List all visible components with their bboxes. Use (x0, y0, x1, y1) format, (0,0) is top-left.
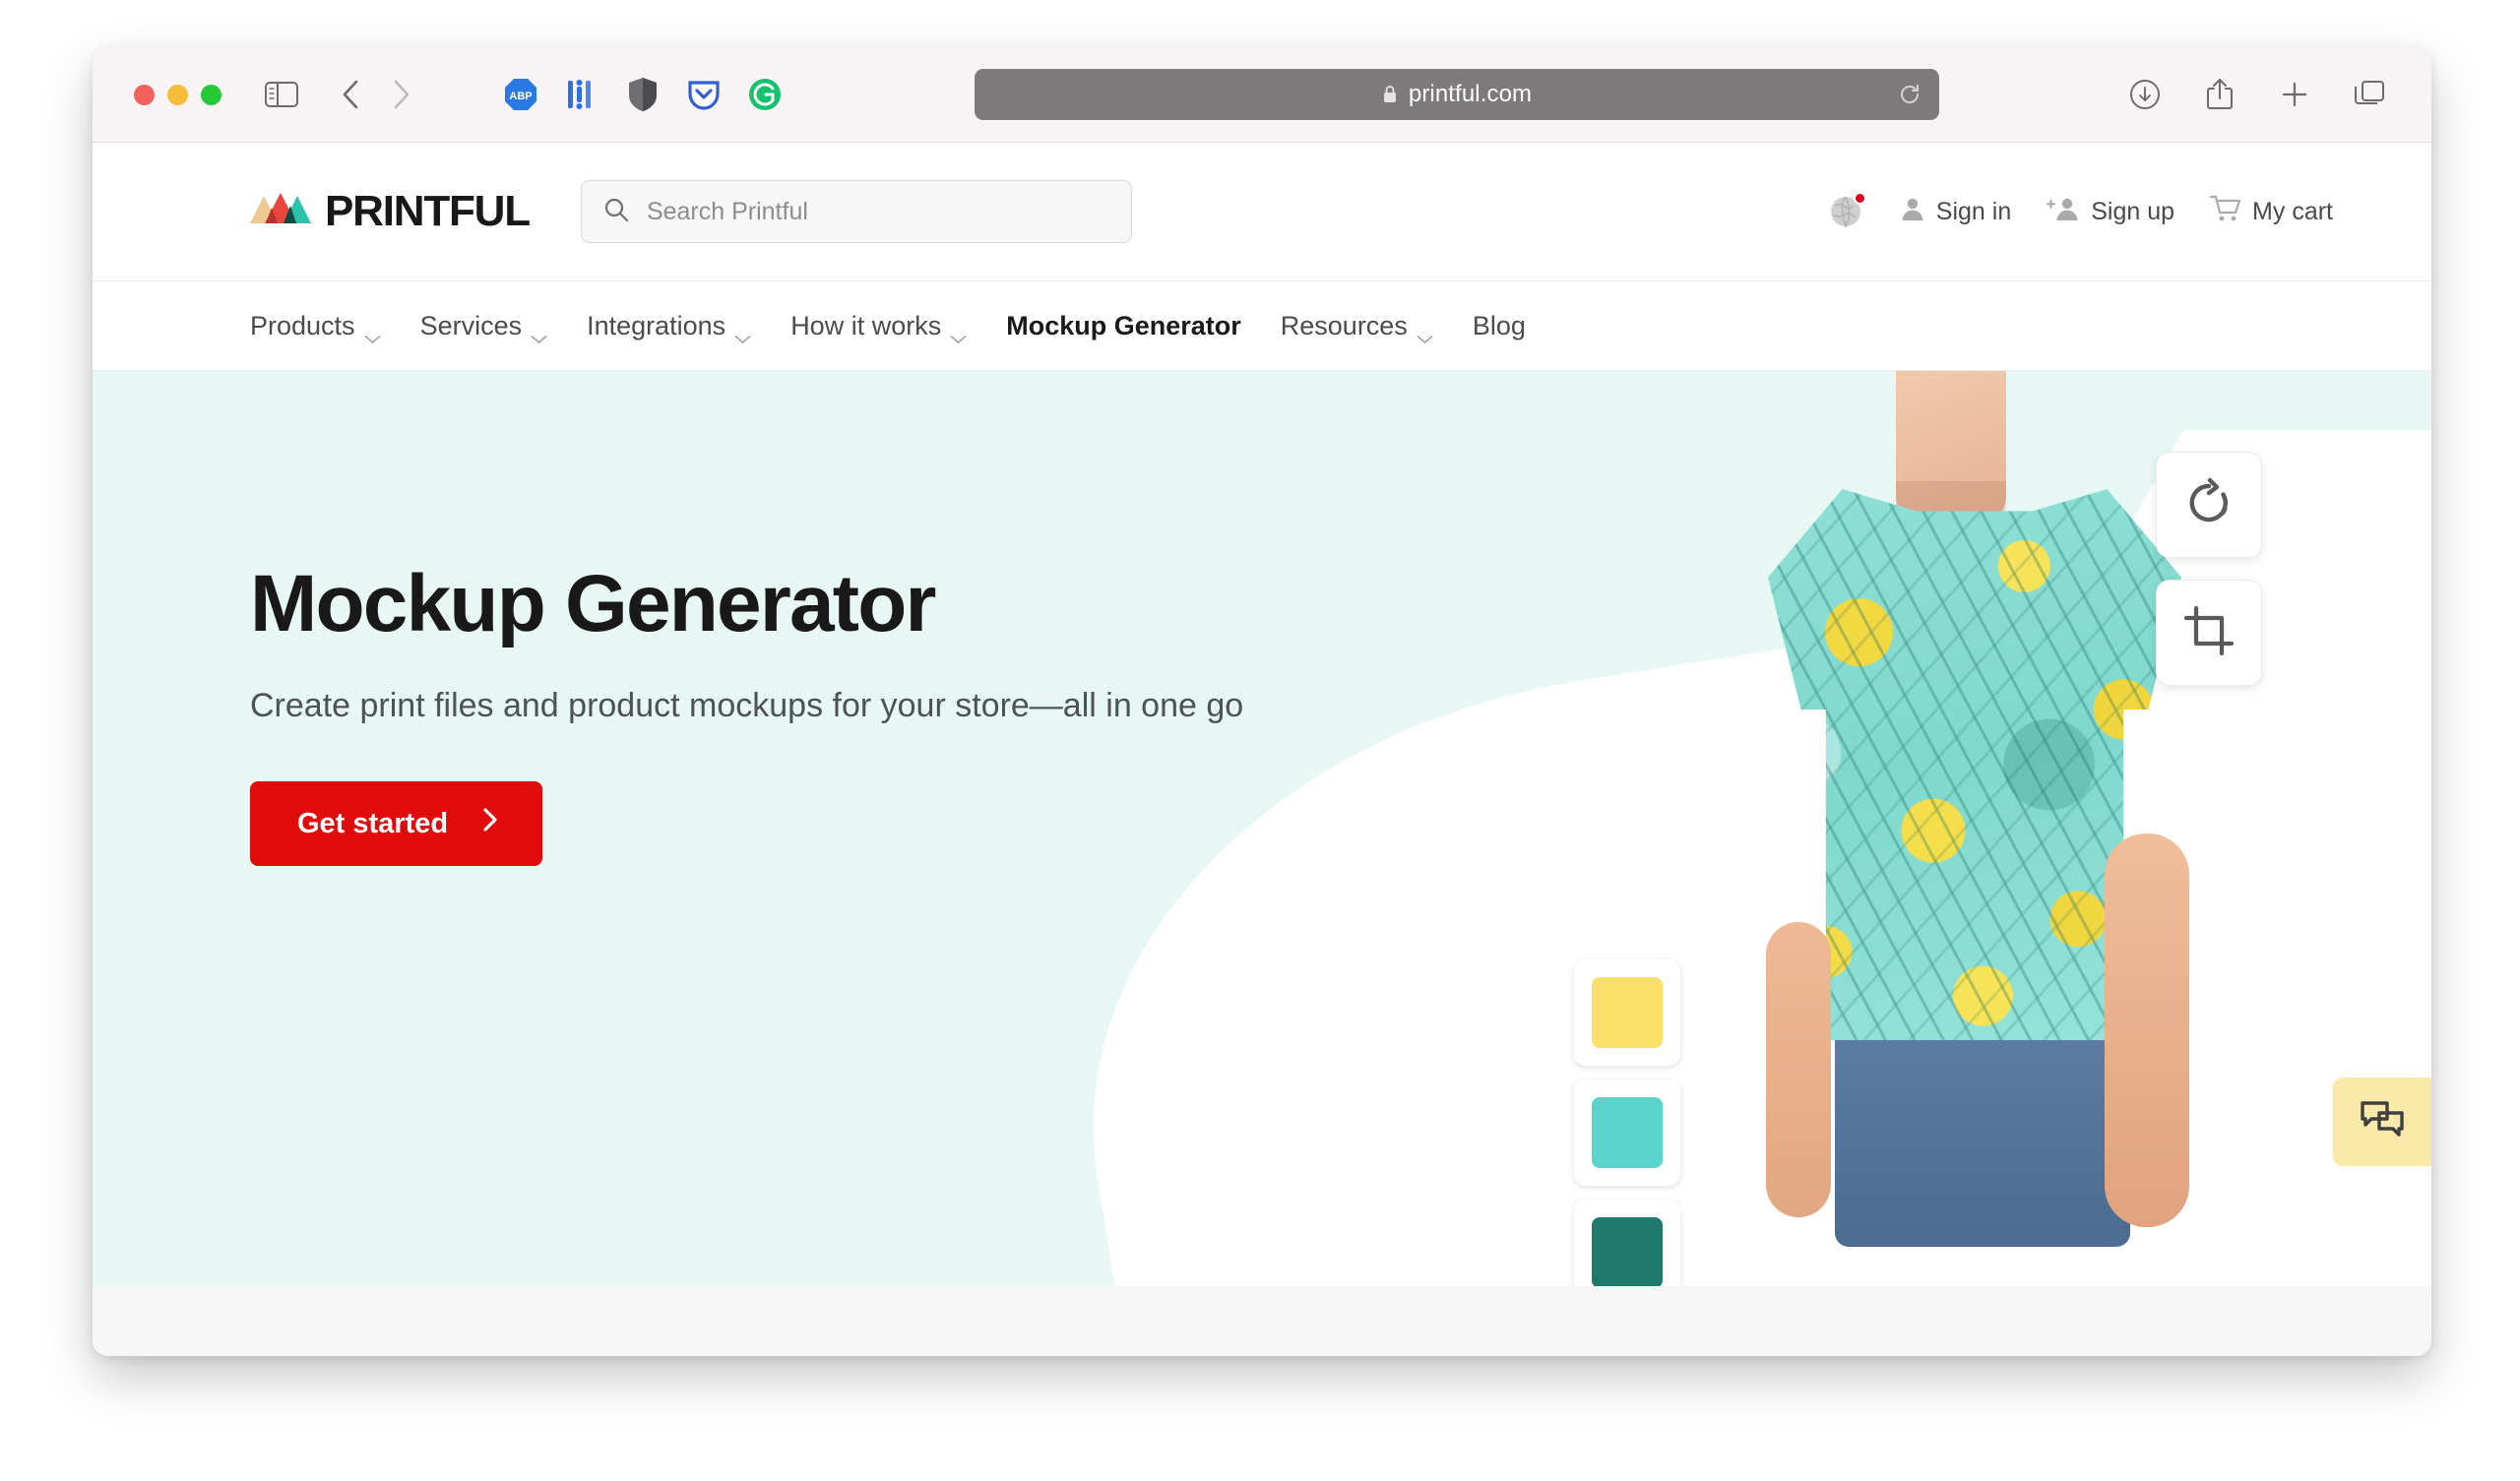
chevron-left-icon[interactable] (328, 72, 373, 117)
printful-logo-text: PRINTFUL (325, 187, 531, 235)
nav-item-how-it-works[interactable]: How it works (790, 310, 967, 343)
downloads-icon[interactable] (2122, 72, 2168, 117)
search-icon (603, 197, 629, 227)
share-icon[interactable] (2197, 72, 2242, 117)
browser-toolbar: ABP printful.com (93, 47, 2431, 143)
address-bar-container: printful.com (814, 69, 2099, 120)
printful-logo[interactable]: PRINTFUL (250, 187, 531, 236)
product-mockup-image (1727, 371, 2199, 1286)
chevron-down-icon (364, 321, 381, 343)
minimize-window-button[interactable] (167, 84, 188, 105)
shopping-cart-icon (2209, 195, 2241, 229)
adblock-plus-extension-icon[interactable]: ABP (501, 75, 540, 114)
web-page: PRINTFUL Search Printful Sign in Sign up… (93, 143, 2431, 1356)
chevron-right-icon (481, 807, 499, 840)
browser-extensions: ABP (501, 75, 785, 114)
main-navigation: Products Services Integrations How it wo… (93, 280, 2431, 371)
site-header: PRINTFUL Search Printful Sign in Sign up… (93, 143, 2431, 280)
cart-label: My cart (2252, 197, 2333, 225)
model-right-arm (2105, 833, 2189, 1227)
close-window-button[interactable] (134, 84, 155, 105)
swatch-chip-turquoise (1592, 1097, 1663, 1168)
chevron-down-icon (531, 321, 547, 343)
toolbar-right-actions (2122, 72, 2392, 117)
sign-in-link[interactable]: Sign in (1900, 196, 2011, 228)
sign-up-link[interactable]: Sign up (2047, 196, 2174, 228)
swatch-dark-teal[interactable] (1574, 1200, 1680, 1286)
nav-label: Integrations (587, 310, 726, 340)
nav-item-resources[interactable]: Resources (1280, 310, 1433, 343)
window-traffic-lights (134, 84, 221, 105)
cart-link[interactable]: My cart (2209, 195, 2333, 229)
desktop-backdrop: ABP printful.com PRINTFUL Search Printfu… (0, 0, 2520, 1481)
hero-copy: Mockup Generator Create print files and … (250, 559, 1333, 867)
mockup-tools (2156, 452, 2262, 686)
nav-label: Mockup Generator (1006, 310, 1241, 340)
search-placeholder: Search Printful (646, 197, 808, 225)
honey-extension-icon[interactable] (562, 75, 601, 114)
hero-section: Mockup Generator Create print files and … (93, 371, 2431, 1286)
address-bar[interactable]: printful.com (974, 69, 1939, 120)
swatch-chip-yellow (1592, 977, 1663, 1048)
search-input[interactable]: Search Printful (580, 180, 1132, 243)
lock-icon (1381, 84, 1399, 105)
rotate-icon (2183, 477, 2235, 533)
user-icon (1900, 196, 1925, 228)
hero-subtitle: Create print files and product mockups f… (250, 687, 1244, 724)
nav-item-blog[interactable]: Blog (1473, 311, 1526, 341)
crop-tool-button[interactable] (2156, 580, 2262, 686)
chat-bubbles-icon (2360, 1100, 2405, 1144)
sidebar-toggle-icon[interactable] (259, 72, 304, 117)
chevron-right-icon[interactable] (379, 72, 424, 117)
header-actions: Sign in Sign up My cart (1827, 192, 2333, 230)
chevron-down-icon (1417, 321, 1433, 343)
support-chat-button[interactable] (2333, 1078, 2431, 1166)
pocket-extension-icon[interactable] (684, 75, 724, 114)
maximize-window-button[interactable] (201, 84, 221, 105)
rotate-tool-button[interactable] (2156, 452, 2262, 558)
swatch-turquoise[interactable] (1574, 1080, 1680, 1186)
get-started-label: Get started (297, 807, 449, 839)
grammarly-extension-icon[interactable] (745, 75, 785, 114)
reload-icon[interactable] (1896, 81, 1923, 108)
model-left-arm (1766, 922, 1831, 1217)
sign-up-label: Sign up (2091, 197, 2175, 225)
crop-icon (2183, 605, 2235, 661)
svg-text:ABP: ABP (509, 91, 532, 102)
page-title: Mockup Generator (250, 559, 936, 648)
nav-item-products[interactable]: Products (250, 310, 381, 343)
browser-window: ABP printful.com PRINTFUL Search Printfu… (93, 47, 2431, 1356)
address-bar-url: printful.com (1408, 81, 1533, 107)
color-swatch-list (1574, 959, 1680, 1286)
chevron-down-icon (734, 321, 751, 343)
nav-item-mockup-generator[interactable]: Mockup Generator (1006, 311, 1241, 341)
nav-item-integrations[interactable]: Integrations (587, 310, 751, 343)
get-started-button[interactable]: Get started (250, 781, 543, 867)
globe-icon (1827, 192, 1866, 230)
notification-badge (1853, 192, 1866, 205)
nav-item-services[interactable]: Services (419, 310, 548, 343)
nav-label: Products (250, 310, 355, 340)
nav-label: Blog (1472, 310, 1526, 340)
sign-in-label: Sign in (1935, 197, 2012, 225)
swatch-chip-dark-teal (1592, 1217, 1663, 1286)
nav-label: Resources (1280, 310, 1408, 340)
nav-label: How it works (790, 310, 942, 340)
new-tab-icon[interactable] (2272, 72, 2317, 117)
language-selector[interactable] (1827, 192, 1866, 230)
model-jeans (1835, 1020, 2130, 1247)
page-bottom-strip (93, 1286, 2431, 1356)
nav-label: Services (419, 310, 523, 340)
chevron-down-icon (950, 321, 967, 343)
shield-privacy-extension-icon[interactable] (623, 75, 662, 114)
printful-mountains-logo-icon (250, 190, 313, 234)
swatch-yellow[interactable] (1574, 959, 1680, 1066)
tab-overview-icon[interactable] (2347, 72, 2392, 117)
user-add-icon (2047, 196, 2080, 228)
